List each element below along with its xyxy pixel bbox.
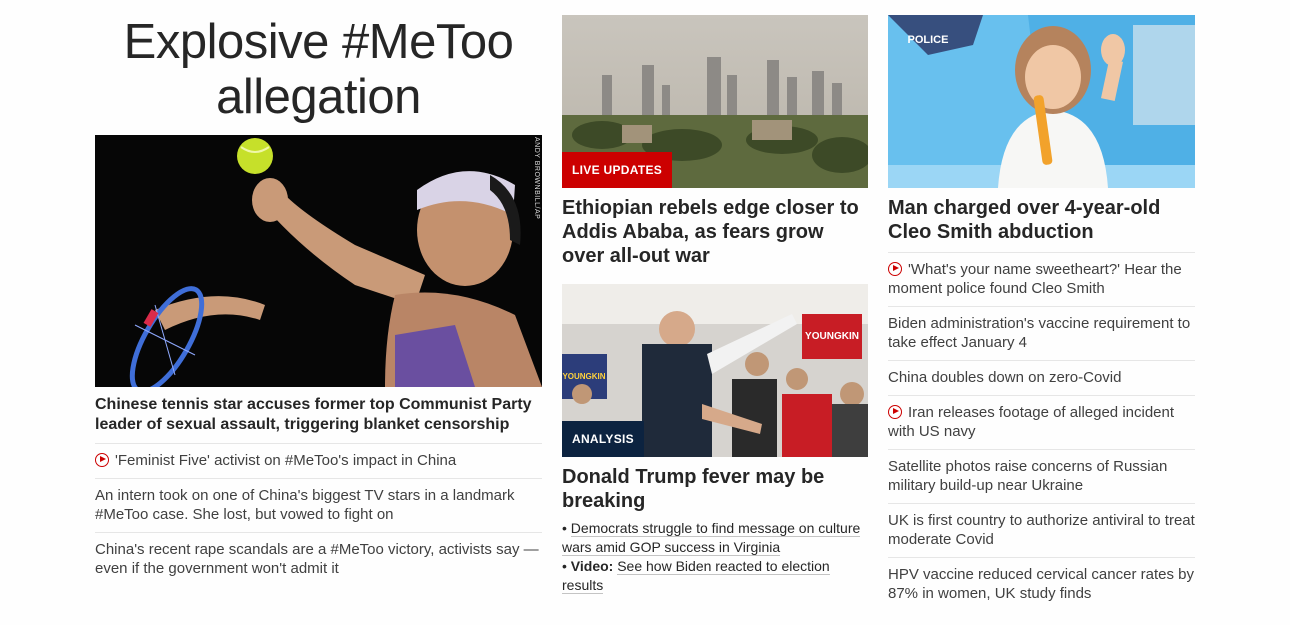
play-icon: [888, 262, 902, 276]
play-icon: [95, 453, 109, 467]
list-item[interactable]: Satellite photos raise concerns of Russi…: [888, 449, 1195, 503]
police-text: POLICE: [908, 34, 949, 46]
list-item[interactable]: 'What's your name sweetheart?' Hear the …: [888, 252, 1195, 306]
photo-credit: ANDY BROWNBILL/AP: [533, 137, 540, 220]
tennis-photo[interactable]: ANDY BROWNBILL/AP: [95, 135, 542, 387]
ethiopia-headline[interactable]: Ethiopian rebels edge closer to Addis Ab…: [562, 188, 868, 268]
bullet-item: • Video: See how Biden reacted to electi…: [562, 558, 830, 594]
trump-bullets: • Democrats struggle to find message on …: [562, 519, 868, 595]
bullet-item: • Democrats struggle to find message on …: [562, 520, 861, 556]
right-link-list: 'What's your name sweetheart?' Hear the …: [888, 252, 1195, 611]
sign-text-2: YOUNGKIN: [562, 372, 605, 381]
analysis-badge: ANALYSIS: [562, 421, 644, 457]
live-updates-badge: LIVE UPDATES: [562, 152, 673, 188]
cleo-headline[interactable]: Man charged over 4-year-old Cleo Smith a…: [888, 188, 1195, 252]
addis-ababa-photo[interactable]: LIVE UPDATES: [562, 15, 868, 188]
lead-headline[interactable]: Chinese tennis star accuses former top C…: [95, 387, 542, 443]
list-item[interactable]: China doubles down on zero-Covid: [888, 360, 1195, 395]
list-item[interactable]: HPV vaccine reduced cervical cancer rate…: [888, 557, 1195, 611]
list-item[interactable]: 'Feminist Five' activist on #MeToo's imp…: [95, 443, 542, 478]
list-item[interactable]: China's recent rape scandals are a #MeTo…: [95, 532, 542, 586]
list-item[interactable]: Biden administration's vaccine requireme…: [888, 306, 1195, 360]
middle-column: LIVE UPDATES Ethiopian rebels edge close…: [562, 0, 868, 595]
youngkin-rally-photo[interactable]: YOUNGKIN YOUNGKIN ANALYSIS: [562, 284, 868, 457]
list-item[interactable]: UK is first country to authorize antivir…: [888, 503, 1195, 557]
democrats-link[interactable]: Democrats struggle to find message on cu…: [562, 520, 861, 556]
left-column: Explosive #MeToo allegation ANDY BROWNBI…: [95, 0, 542, 586]
list-item[interactable]: An intern took on one of China's biggest…: [95, 478, 542, 532]
list-item[interactable]: Iran releases footage of alleged inciden…: [888, 395, 1195, 449]
trump-headline[interactable]: Donald Trump fever may be breaking: [562, 457, 868, 513]
right-column: POLICE Man charged over 4-year-old Cleo …: [888, 0, 1195, 611]
section-title[interactable]: Explosive #MeToo allegation: [95, 15, 542, 135]
left-link-list: 'Feminist Five' activist on #MeToo's imp…: [95, 443, 542, 586]
play-icon: [888, 405, 902, 419]
cleo-smith-photo[interactable]: POLICE: [888, 15, 1195, 188]
sign-text-1: YOUNGKIN: [805, 331, 859, 342]
